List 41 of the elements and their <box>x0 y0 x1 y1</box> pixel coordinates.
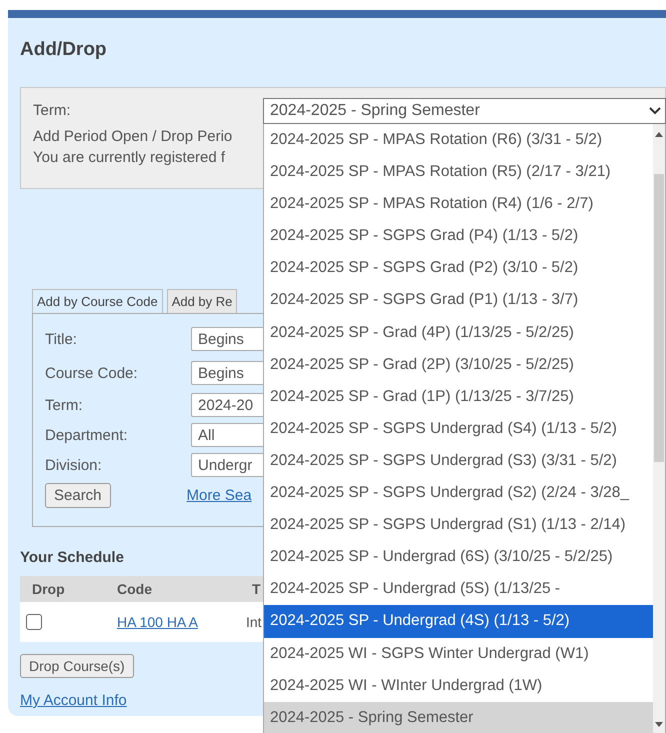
dropdown-option[interactable]: 2024-2025 SP - SGPS Grad (P4) (1/13 - 5/2) <box>264 220 653 252</box>
drop-checkbox[interactable] <box>26 614 42 630</box>
more-search-link[interactable]: More Sea <box>186 486 252 504</box>
dropdown-option[interactable]: 2024-2025 SP - SGPS Undergrad (S2) (2/24 - 3/28_ <box>264 477 653 510</box>
term-select[interactable]: 2024-2025 - Spring Semester <box>263 98 666 124</box>
dropdown-option[interactable]: 2024-2025 SP - SGPS Undergrad (S1) (1/13 - 2/14) <box>264 509 653 542</box>
search-tab[interactable]: Add by Re <box>166 289 238 313</box>
field-label: Department: <box>45 426 129 444</box>
column-header: Drop <box>31 581 66 597</box>
field-label: Title: <box>45 330 78 348</box>
field-label: Division: <box>45 456 103 474</box>
table-cell: Int <box>246 614 262 630</box>
scroll-up-icon[interactable] <box>655 132 663 137</box>
field-label: Course Code: <box>45 364 139 382</box>
term-label: Term: <box>33 101 70 121</box>
course-code-link[interactable]: HA 100 HA A <box>117 614 198 630</box>
dropdown-option[interactable]: 2024-2025 SP - Undergrad (4S) (1/13 - 5/2) <box>264 605 653 638</box>
search-tab[interactable]: Add by Course Code <box>32 289 163 313</box>
dropdown-option[interactable]: 2024-2025 SP - MPAS Rotation (R6) (3/31 - 5/2) <box>264 124 653 156</box>
term-info-text: Add Period Open / Drop Perio <box>33 127 232 147</box>
column-header: Code <box>116 581 153 597</box>
dropdown-option[interactable]: 2024-2025 SP - MPAS Rotation (R5) (2/17 - 3/21) <box>264 156 653 188</box>
dropdown-option[interactable]: 2024-2025 SP - Undergrad (6S) (3/10/25 - 5/2/25) <box>264 541 653 574</box>
search-button[interactable]: Search <box>45 482 111 508</box>
chevron-down-icon <box>649 107 661 115</box>
schedule-title: Your Schedule <box>20 549 124 566</box>
account-info-link[interactable]: My Account Info <box>20 692 127 709</box>
term-info-text: You are currently registered f <box>33 148 226 168</box>
dropdown-option[interactable]: 2024-2025 WI - WInter Undergrad (1W) <box>264 670 653 702</box>
dropdown-option[interactable]: 2024-2025 SP - MPAS Rotation (R4) (1/6 - 2/7) <box>264 188 653 220</box>
drop-courses-button[interactable]: Drop Course(s) <box>20 654 134 678</box>
scroll-down-icon[interactable] <box>655 722 663 727</box>
dropdown-option[interactable]: 2024-2025 SP - SGPS Grad (P2) (3/10 - 5/2) <box>264 252 653 284</box>
scrollbar[interactable] <box>653 124 665 733</box>
dropdown-option[interactable]: 2024-2025 - Spring Semester <box>264 702 653 733</box>
dropdown-option[interactable]: 2024-2025 SP - SGPS Grad (P1) (1/13 - 3/7) <box>264 284 653 317</box>
page-title: Add/Drop <box>20 39 107 62</box>
dropdown-option[interactable]: 2024-2025 SP - Undergrad (5S) (1/13/25 - <box>264 573 653 606</box>
dropdown-option[interactable]: 2024-2025 WI - SGPS Winter Undergrad (W1) <box>264 638 653 670</box>
field-label: Term: <box>45 396 84 414</box>
scrollbar-thumb[interactable] <box>654 174 664 462</box>
